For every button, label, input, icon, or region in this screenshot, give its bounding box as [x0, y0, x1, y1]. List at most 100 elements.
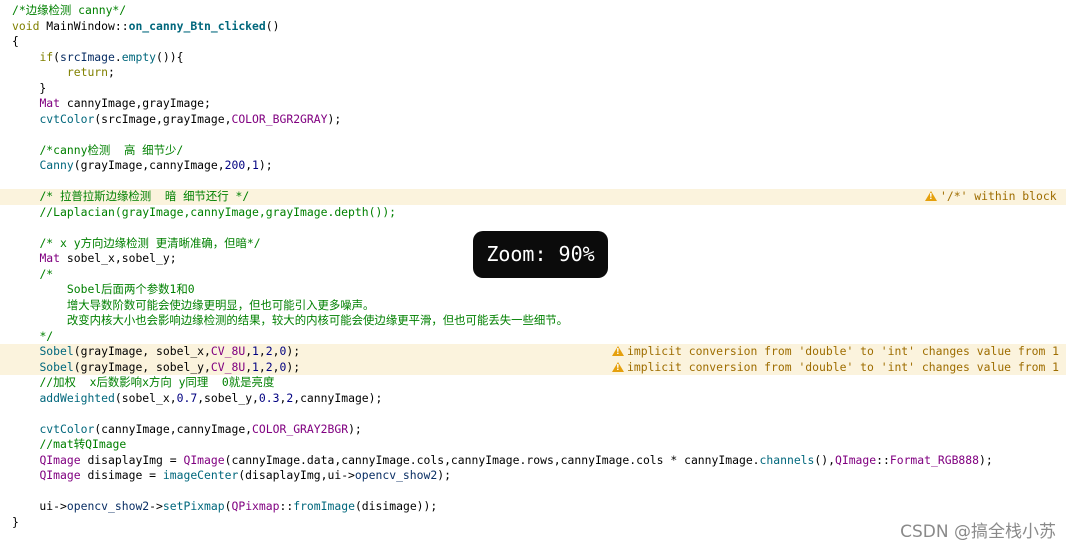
- code-token: QImage: [39, 452, 81, 467]
- code-line-text: /*边缘检测 canny*/: [12, 3, 126, 19]
- code-editor[interactable]: /*边缘检测 canny*/void MainWindow::on_canny_…: [0, 0, 1066, 548]
- inline-warning[interactable]: '/*' within block: [925, 189, 1057, 205]
- code-token: Mat: [39, 96, 61, 110]
- code-token: CV_8U: [210, 344, 246, 358]
- code-token: /* x y方向边缘检测 更清晰准确，但暗*/: [39, 235, 261, 250]
- code-line[interactable]: QImage disaplayImg = QImage (cannyImage.d…: [0, 453, 1066, 469]
- code-line-text: }: [12, 515, 19, 531]
- code-token: 增大导数阶数可能会使边缘更明显，但也可能引入更多噪声。: [66, 297, 375, 312]
- code-token: disaplayImg =: [80, 452, 184, 467]
- warning-triangle-icon: [612, 346, 624, 356]
- code-line[interactable]: Sobel(grayImage, sobel_x,CV_8U,1,2,0);im…: [0, 344, 1066, 360]
- code-token: srcImage: [60, 49, 115, 64]
- code-line-text: //加权 x后数影响x方向 y同理 0就是亮度: [12, 375, 274, 391]
- code-token: /*边缘检测 canny*/: [12, 3, 127, 17]
- code-line[interactable]: QImage disimage = imageCenter(disaplayIm…: [0, 468, 1066, 484]
- code-token: (sobel_x,: [114, 390, 177, 405]
- code-token: 2: [265, 344, 273, 358]
- code-line[interactable]: [0, 484, 1066, 500]
- code-line-text: Sobel(grayImage, sobel_y,CV_8U,1,2,0);: [12, 360, 300, 376]
- code-line[interactable]: /* 拉普拉斯边缘检测 暗 细节还行 */ '/*' within block: [0, 189, 1066, 205]
- code-token: /* 拉普拉斯边缘检测 暗 细节还行 */: [39, 189, 250, 203]
- code-token: return: [66, 65, 109, 79]
- code-line[interactable]: void MainWindow::on_canny_Btn_clicked(): [0, 19, 1066, 35]
- code-token: (: [53, 49, 61, 64]
- code-token: (grayImage, sobel_x,: [73, 344, 211, 358]
- code-line[interactable]: Mat cannyImage,grayImage;: [0, 96, 1066, 112]
- code-line-text: 改变内核大小也会影响边缘检测的结果，较大的内核可能会使边缘更平滑，但也可能丢失一…: [12, 313, 568, 329]
- code-token: (),: [814, 452, 835, 467]
- code-token: opencv_show2: [66, 499, 150, 513]
- inline-warning[interactable]: implicit conversion from 'double' to 'in…: [612, 344, 1059, 360]
- code-line[interactable]: ui->opencv_show2->setPixmap(QPixmap::fro…: [0, 499, 1066, 515]
- warning-triangle-icon: [925, 191, 937, 201]
- inline-warning[interactable]: implicit conversion from 'double' to 'in…: [612, 360, 1059, 376]
- code-token: QImage: [834, 452, 877, 467]
- code-token: (): [265, 18, 280, 33]
- code-line-text: QImage disaplayImg = QImage (cannyImage.d…: [12, 452, 993, 469]
- code-line-text: cvtColor(cannyImage,cannyImage,COLOR_GRA…: [12, 421, 361, 438]
- code-token: ,: [258, 344, 266, 358]
- code-token: ui->: [12, 499, 67, 513]
- code-token: cvtColor: [39, 421, 95, 436]
- code-line[interactable]: return;: [0, 65, 1066, 81]
- code-line[interactable]: //Laplacian(grayImage,cannyImage,grayIma…: [0, 205, 1066, 221]
- code-token: Sobel: [39, 344, 74, 358]
- code-line-text: ui->opencv_show2->setPixmap(QPixmap::fro…: [12, 499, 437, 515]
- code-line-text: Mat sobel_x,sobel_y;: [12, 251, 177, 267]
- code-line[interactable]: //加权 x后数影响x方向 y同理 0就是亮度: [0, 375, 1066, 391]
- code-line[interactable]: 改变内核大小也会影响边缘检测的结果，较大的内核可能会使边缘更平滑，但也可能丢失一…: [0, 313, 1066, 329]
- code-token: (srcImage,grayImage,: [94, 111, 232, 126]
- code-token: Mat: [39, 251, 61, 265]
- code-line-text: /* x y方向边缘检测 更清晰准确，但暗*/: [12, 235, 261, 252]
- code-line[interactable]: 增大导数阶数可能会使边缘更明显，但也可能引入更多噪声。: [0, 298, 1066, 314]
- code-line-text: cvtColor(srcImage,grayImage,COLOR_BGR2GR…: [12, 112, 341, 128]
- code-token: 0.7: [176, 390, 198, 405]
- code-token: */: [39, 328, 54, 343]
- code-token: QImage: [39, 468, 81, 482]
- code-line[interactable]: [0, 174, 1066, 190]
- code-line[interactable]: cvtColor(cannyImage,cannyImage,COLOR_GRA…: [0, 422, 1066, 438]
- code-token: {: [12, 34, 19, 48]
- code-line[interactable]: addWeighted(sobel_x,0.7,sobel_y,0.3,2,ca…: [0, 391, 1066, 407]
- code-token: channels: [759, 452, 815, 467]
- code-token: empty: [121, 49, 157, 64]
- code-token: sobel_x,sobel_y;: [60, 251, 177, 265]
- code-line-text: QImage disimage = imageCenter(disaplayIm…: [12, 468, 451, 484]
- code-line[interactable]: [0, 406, 1066, 422]
- code-token: COLOR_GRAY2BGR: [252, 421, 349, 436]
- code-line[interactable]: */: [0, 329, 1066, 345]
- code-token: ,: [258, 359, 266, 374]
- code-token: (cannyImage.data,cannyImage.cols,cannyIm…: [224, 452, 760, 467]
- code-line[interactable]: {: [0, 34, 1066, 50]
- code-line[interactable]: /*边缘检测 canny*/: [0, 3, 1066, 19]
- code-line-text: Sobel(grayImage, sobel_x,CV_8U,1,2,0);: [12, 344, 300, 360]
- code-line[interactable]: }: [0, 81, 1066, 97]
- code-token: cannyImage,grayImage;: [60, 96, 211, 110]
- code-line-text: /*canny检测 高 细节少/: [12, 143, 183, 159]
- code-line[interactable]: Canny(grayImage,cannyImage,200,1);: [0, 158, 1066, 174]
- code-line[interactable]: /*canny检测 高 细节少/: [0, 143, 1066, 159]
- code-line[interactable]: Sobel后面两个参数1和0: [0, 282, 1066, 298]
- code-token: ()){: [156, 49, 184, 64]
- code-line[interactable]: [0, 127, 1066, 143]
- code-line[interactable]: cvtColor(srcImage,grayImage,COLOR_BGR2GR…: [0, 112, 1066, 128]
- code-token: setPixmap: [162, 499, 225, 513]
- code-token: );: [979, 452, 993, 467]
- code-line[interactable]: Sobel(grayImage, sobel_y,CV_8U,1,2,0); im…: [0, 359, 1066, 376]
- code-line[interactable]: if(srcImage.empty()){: [0, 50, 1066, 66]
- code-line[interactable]: //mat转QImage: [0, 437, 1066, 453]
- code-token: );: [286, 359, 301, 374]
- zoom-indicator: Zoom: 90%: [473, 231, 608, 278]
- code-token: );: [286, 344, 301, 358]
- code-line-text: {: [12, 34, 19, 50]
